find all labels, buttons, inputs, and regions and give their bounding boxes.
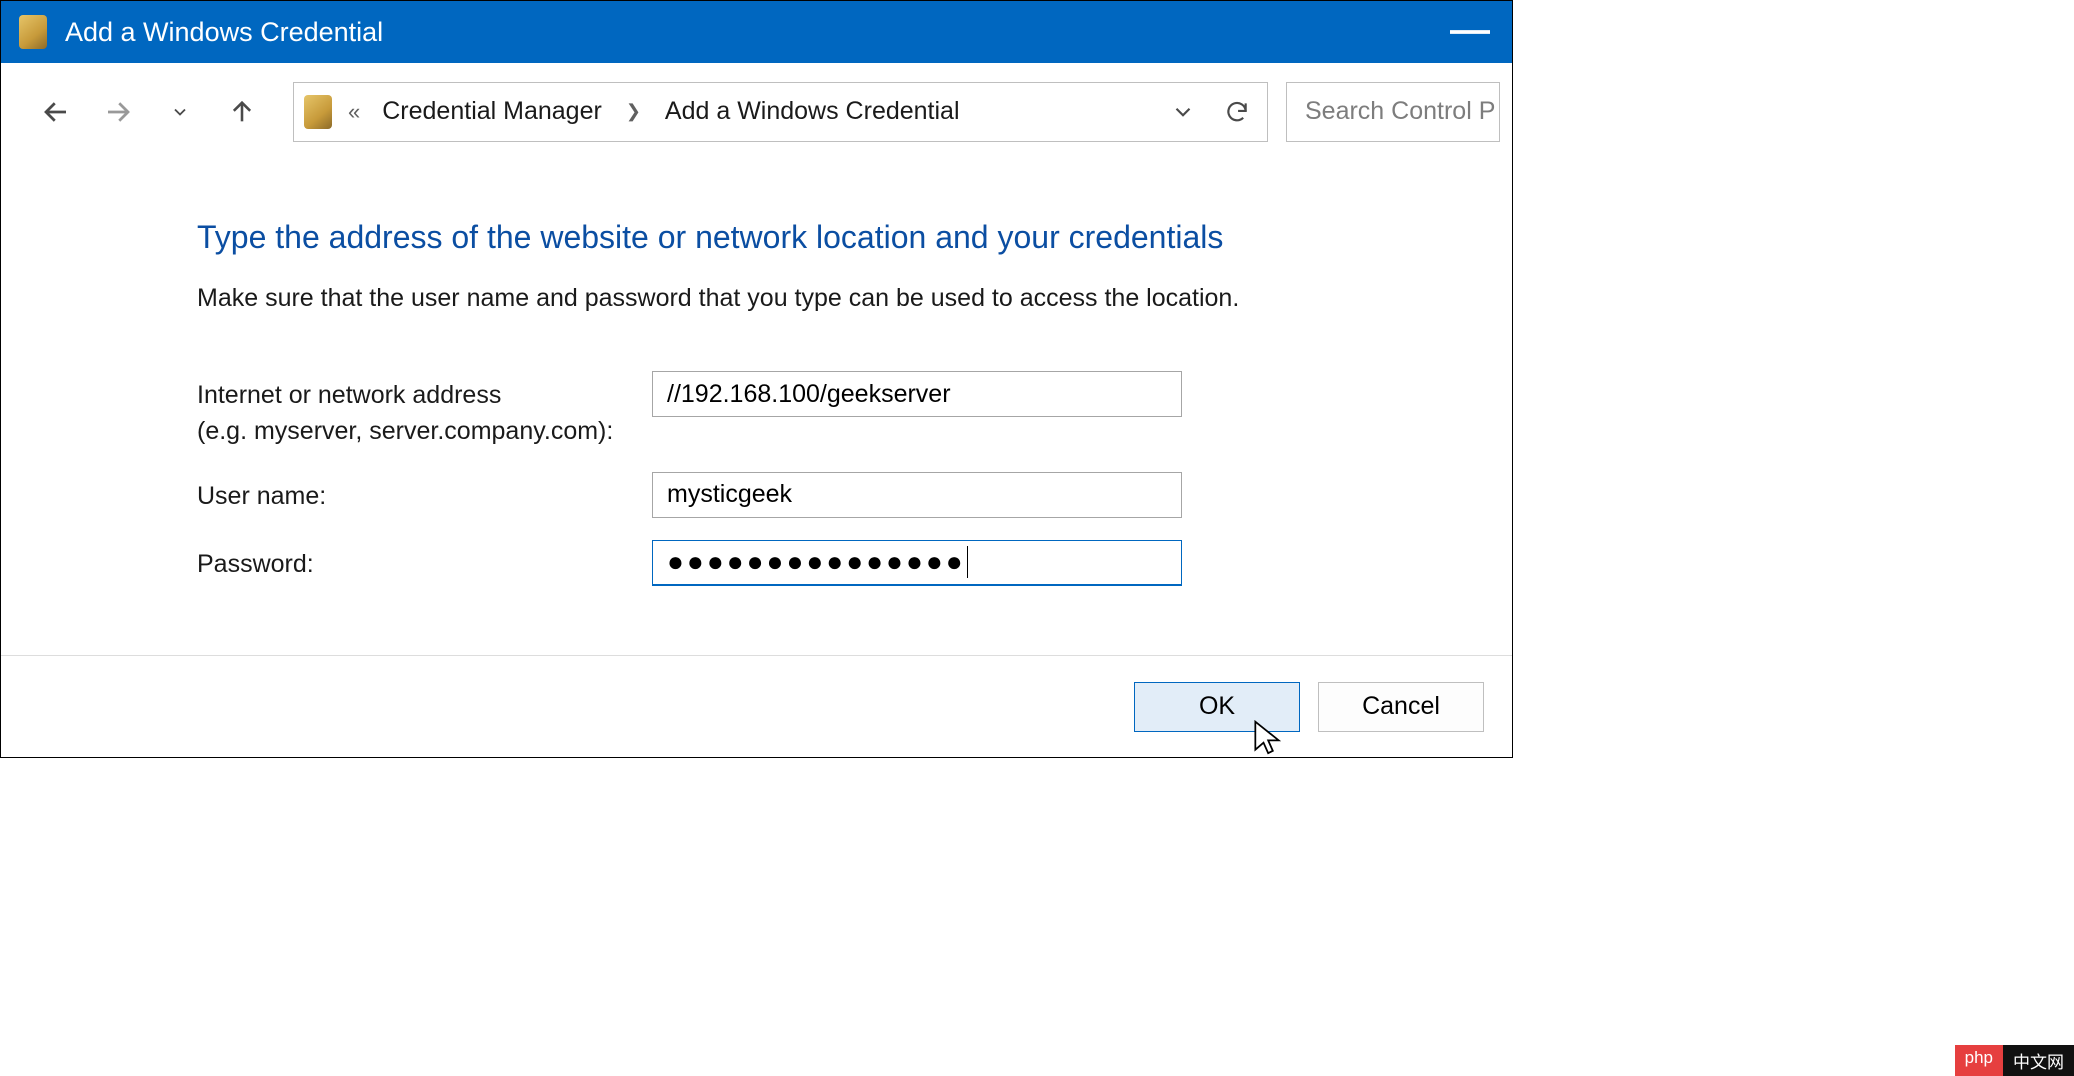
ok-button[interactable]: OK: [1134, 682, 1300, 732]
window-frame: Add a Windows Credential « Credential Ma…: [0, 0, 1513, 758]
minimize-button[interactable]: [1440, 1, 1500, 63]
password-field-row: Password: ●●●●●●●●●●●●●●●: [197, 540, 1512, 586]
navigation-toolbar: « Credential Manager ❯ Add a Windows Cre…: [1, 63, 1512, 161]
recent-locations-button[interactable]: [149, 83, 211, 141]
username-input[interactable]: [652, 472, 1182, 518]
watermark-left: php: [1955, 1045, 2003, 1076]
back-button[interactable]: [25, 83, 87, 141]
titlebar: Add a Windows Credential: [1, 1, 1512, 63]
username-field-label: User name:: [197, 472, 652, 514]
address-field-label: Internet or network address (e.g. myserv…: [197, 371, 652, 450]
password-input[interactable]: ●●●●●●●●●●●●●●●: [652, 540, 1182, 586]
dialog-footer: OK Cancel: [1, 655, 1512, 757]
address-bar[interactable]: « Credential Manager ❯ Add a Windows Cre…: [293, 82, 1268, 142]
text-caret: [967, 546, 969, 578]
chevron-right-icon: ❯: [618, 101, 649, 122]
search-placeholder: Search Control P: [1305, 97, 1495, 126]
forward-button[interactable]: [87, 83, 149, 141]
password-field-label: Password:: [197, 540, 652, 582]
username-field-row: User name:: [197, 472, 1512, 518]
watermark-right: 中文网: [2003, 1045, 2074, 1076]
up-button[interactable]: [211, 83, 273, 141]
breadcrumb-segment[interactable]: Credential Manager: [376, 97, 608, 126]
window-title: Add a Windows Credential: [65, 17, 383, 48]
content-area: Type the address of the website or netwo…: [1, 161, 1512, 655]
credential-vault-icon: [304, 95, 332, 129]
cancel-button[interactable]: Cancel: [1318, 682, 1484, 732]
address-field-row: Internet or network address (e.g. myserv…: [197, 371, 1512, 450]
address-history-chevron-icon: «: [342, 99, 366, 125]
search-input[interactable]: Search Control P: [1286, 82, 1500, 142]
address-input[interactable]: [652, 371, 1182, 417]
refresh-button[interactable]: [1215, 99, 1259, 125]
watermark-badge: php 中文网: [1955, 1045, 2074, 1076]
page-subtext: Make sure that the user name and passwor…: [197, 284, 1512, 313]
credential-vault-icon: [19, 15, 47, 49]
address-dropdown-button[interactable]: [1161, 99, 1205, 125]
page-heading: Type the address of the website or netwo…: [197, 219, 1512, 256]
breadcrumb-segment[interactable]: Add a Windows Credential: [659, 97, 966, 126]
